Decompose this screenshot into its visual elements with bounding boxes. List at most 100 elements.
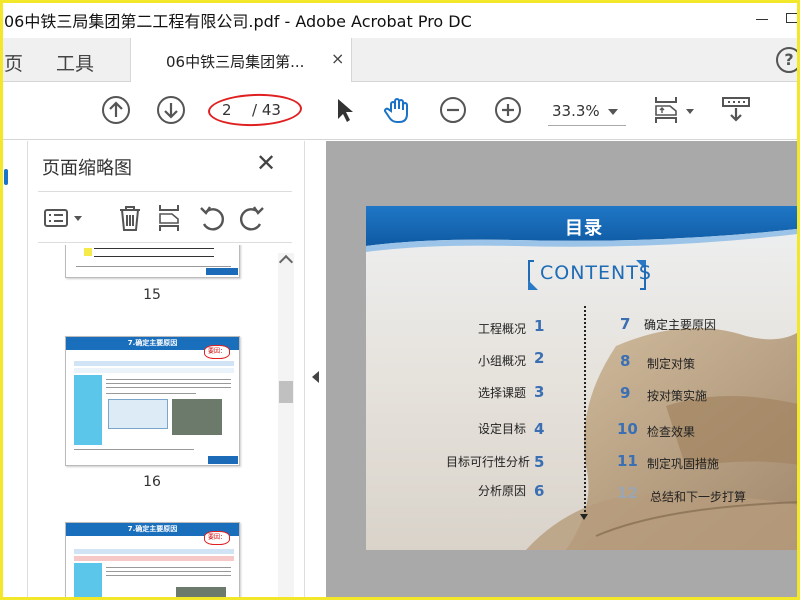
- thumb-decoration: [74, 556, 234, 561]
- thumbnail-page-16[interactable]: 7.确定主要原因 要因：: [65, 336, 240, 466]
- thumb-decoration: [106, 383, 231, 384]
- toc-item-number: 9: [620, 384, 631, 402]
- toc-item-number: 1: [534, 317, 545, 335]
- toc-item-label: 制定巩固措施: [647, 457, 720, 471]
- options-icon[interactable]: [40, 202, 72, 234]
- chevron-down-icon: [608, 109, 618, 115]
- zoom-dropdown[interactable]: 33.3%: [548, 96, 626, 126]
- thumbnail-page-17[interactable]: 7.确定主要原因 要因：: [65, 522, 240, 600]
- thumb-decoration: [108, 399, 168, 429]
- toc-item-label: 按对策实施: [647, 389, 708, 403]
- thumbnail-toolbar: [38, 191, 292, 243]
- thumb-decoration: [106, 571, 231, 572]
- active-panel-indicator[interactable]: [4, 169, 8, 185]
- toc-item-number: 2: [534, 349, 545, 367]
- navigation-strip: [0, 141, 28, 600]
- window-title: 06中铁三局集团第二工程有限公司.pdf - Adobe Acrobat Pro…: [4, 12, 472, 31]
- thumb-decoration: [106, 387, 231, 388]
- thumb-decoration: [74, 549, 234, 554]
- toc-item-label: 制定对策: [647, 357, 696, 371]
- thumb-decoration: [106, 575, 231, 576]
- thumbnail-number: 16: [143, 474, 161, 490]
- toc-item-label: 分析原因: [478, 484, 527, 498]
- toc-item-number: 8: [620, 352, 631, 370]
- thumb-decoration: 要因：: [204, 345, 230, 359]
- toc-item-number: 5: [534, 453, 545, 471]
- close-panel-icon[interactable]: ✕: [256, 149, 276, 177]
- thumbnails-panel: 页面缩略图 ✕ 15 7.确定主要原因 要因： 16 7.确定主要原因 要因：: [28, 141, 304, 600]
- toc-item-label: 目标可行性分析: [446, 455, 531, 469]
- collapse-arrow-icon: [312, 371, 319, 383]
- delete-icon[interactable]: [114, 202, 146, 234]
- restore-button[interactable]: [786, 13, 798, 23]
- thumb-decoration: [206, 268, 238, 275]
- thumbnail-scrollbar[interactable]: [278, 253, 294, 600]
- toc-item-label: 总结和下一步打算: [650, 490, 747, 504]
- zoom-in-icon[interactable]: [492, 94, 524, 126]
- toc-item-label: 检查效果: [647, 425, 696, 439]
- hand-tool-icon[interactable]: [382, 94, 414, 126]
- thumb-decoration: [94, 256, 214, 257]
- toc-divider-arrow: [580, 514, 588, 520]
- scrollbar-thumb[interactable]: [279, 381, 293, 403]
- toc-item-number: 10: [617, 420, 638, 438]
- prev-page-icon[interactable]: [100, 94, 132, 126]
- toolbar: 2 / 43 33.3%: [0, 82, 800, 140]
- help-icon[interactable]: ?: [776, 47, 800, 73]
- document-page: 目录 CONTENTS 工程概况 1 小组概况 2 选择课题 3 设定目标 4 …: [366, 206, 800, 550]
- title-bar: 06中铁三局集团第二工程有限公司.pdf - Adobe Acrobat Pro…: [0, 0, 800, 38]
- toc-item-number: 11: [617, 452, 638, 470]
- thumb-decoration: [74, 449, 194, 450]
- toc-item-number: 12: [617, 484, 638, 502]
- fit-page-dropdown-icon[interactable]: [686, 109, 694, 114]
- thumb-decoration: [94, 248, 214, 249]
- thumb-decoration: [76, 266, 231, 267]
- toc-divider: [584, 306, 586, 516]
- thumb-decoration: [208, 456, 238, 464]
- tab-home[interactable]: 页: [4, 49, 23, 76]
- thumb-decoration: [74, 368, 234, 373]
- toc-item-number: 6: [534, 482, 545, 500]
- document-tab-label: 06中铁三局集团第...: [166, 53, 305, 71]
- thumb-decoration: [106, 393, 196, 394]
- toc-item-label: 设定目标: [478, 422, 527, 436]
- insert-page-icon[interactable]: [154, 202, 186, 234]
- fit-page-icon[interactable]: [650, 94, 682, 126]
- next-page-icon[interactable]: [155, 94, 187, 126]
- minimize-button[interactable]: [756, 19, 768, 20]
- thumb-decoration: [84, 248, 92, 256]
- thumb-decoration: [74, 563, 102, 600]
- thumbnail-page-15[interactable]: [65, 245, 240, 278]
- options-dropdown-icon[interactable]: [74, 216, 82, 221]
- contents-label: CONTENTS: [540, 262, 652, 284]
- select-arrow-icon[interactable]: [328, 94, 360, 126]
- zoom-out-icon[interactable]: [437, 94, 469, 126]
- toc-item-label: 工程概况: [478, 322, 527, 336]
- thumb-decoration: [74, 375, 102, 445]
- tab-tools[interactable]: 工具: [56, 49, 94, 76]
- panel-collapse-handle[interactable]: [304, 141, 326, 600]
- tab-bar: 页 工具 06中铁三局集团第... × ?: [0, 38, 800, 83]
- toc-item-label: 选择课题: [478, 386, 527, 400]
- panel-title: 页面缩略图: [42, 158, 132, 179]
- thumb-decoration: [176, 587, 226, 600]
- document-view[interactable]: 目录 CONTENTS 工程概况 1 小组概况 2 选择课题 3 设定目标 4 …: [326, 141, 800, 600]
- toc-item-number: 4: [534, 420, 545, 438]
- tab-document[interactable]: 06中铁三局集团第... ×: [130, 38, 352, 83]
- toc-item-number: 7: [620, 315, 631, 333]
- thumb-decoration: [74, 361, 234, 366]
- undo-rotate-icon[interactable]: [196, 202, 228, 234]
- close-tab-icon[interactable]: ×: [331, 49, 344, 68]
- slide-title: 目录: [565, 218, 603, 239]
- slide-header: 目录: [366, 206, 800, 244]
- thumb-decoration: [172, 399, 222, 435]
- toc-item-number: 3: [534, 383, 545, 401]
- contents-heading: CONTENTS: [528, 260, 651, 290]
- scroll-up-icon[interactable]: [278, 254, 294, 270]
- thumb-decoration: 要因：: [204, 531, 230, 545]
- thumb-decoration: [106, 567, 231, 568]
- thumbnail-list: 15 7.确定主要原因 要因： 16 7.确定主要原因 要因：: [28, 245, 278, 600]
- toc-item-label: 确定主要原因: [644, 318, 717, 332]
- redo-rotate-icon[interactable]: [236, 202, 268, 234]
- scroll-mode-icon[interactable]: [720, 94, 752, 126]
